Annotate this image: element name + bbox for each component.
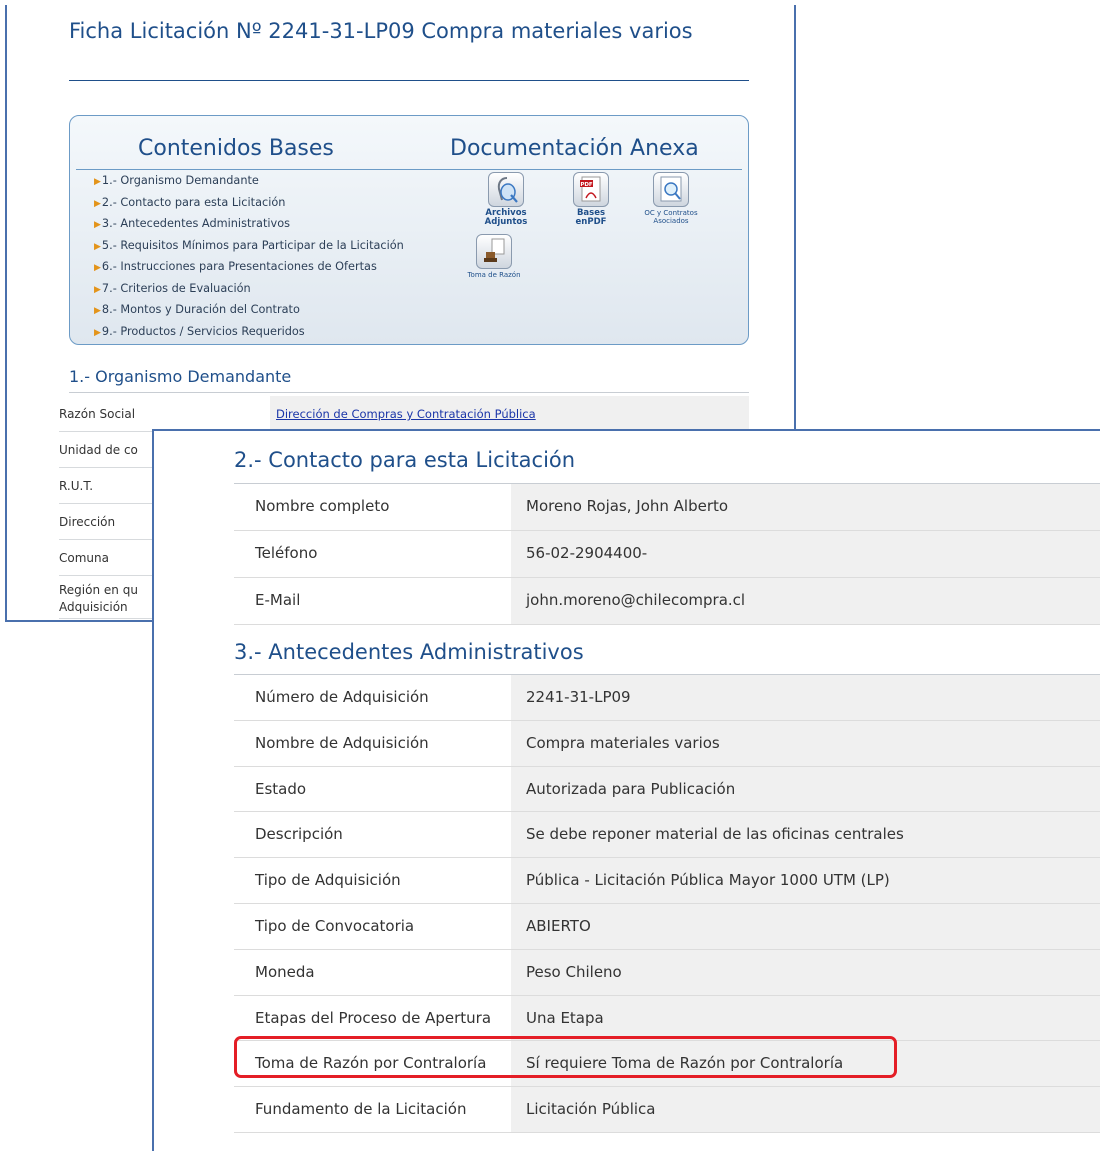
table-row: Moneda Peso Chileno	[234, 949, 1100, 996]
contents-heading: Contenidos Bases	[138, 136, 334, 161]
arrow-right-icon: ▶	[94, 198, 101, 209]
table-row: Tipo de Adquisición Pública - Licitación…	[234, 858, 1100, 904]
oc-contratos-button[interactable]: OC y Contratos Asociados	[641, 172, 701, 225]
row-label: Tipo de Adquisición	[255, 871, 401, 890]
table-row: Tipo de Convocatoria ABIERTO	[234, 903, 1100, 950]
table-row: Fundamento de la Licitación Licitación P…	[234, 1087, 1100, 1133]
table-row: Número de Adquisición 2241-31-LP09	[234, 675, 1100, 721]
row-label: R.U.T.	[59, 479, 94, 493]
toma-de-razon-button[interactable]: Toma de Razón	[464, 234, 524, 279]
arrow-right-icon: ▶	[94, 220, 101, 230]
table-row: E-Mail john.moreno@chilecompra.cl	[234, 578, 1100, 625]
row-label: Tipo de Convocatoria	[255, 916, 415, 935]
pdf-icon: PDF	[573, 172, 609, 207]
stamp-icon	[476, 234, 512, 269]
row-value: ABIERTO	[511, 903, 1100, 949]
archivos-adjuntos-button[interactable]: Archivos Adjuntos	[476, 172, 536, 227]
table-row: Teléfono 56-02-2904400-	[234, 531, 1100, 578]
row-label: Etapas del Proceso de Apertura	[255, 1008, 492, 1027]
table-row: Nombre de Adquisición Compra materiales …	[234, 720, 1100, 767]
row-label: Fundamento de la Licitación	[255, 1100, 467, 1119]
section-organismo-title: 1.- Organismo Demandante	[69, 367, 292, 386]
row-label: Teléfono	[255, 544, 318, 562]
section-contacto-title: 2.- Contacto para esta Licitación	[234, 448, 576, 472]
row-label: Razón Social	[59, 407, 136, 421]
row-label: Nombre completo	[255, 497, 390, 515]
row-label: Moneda	[255, 962, 315, 981]
arrow-right-icon: ▶	[94, 241, 101, 252]
row-label: Dirección	[59, 515, 116, 529]
menu-item-antecedentes[interactable]: ▶3.- Antecedentes Administrativos	[94, 214, 404, 236]
contents-panel: Contenidos Bases Documentación Anexa ▶1.…	[69, 115, 749, 345]
table-row: Razón Social Dirección de Compras y Cont…	[59, 396, 749, 432]
foreground-window: 2.- Contacto para esta Licitación Nombre…	[152, 429, 1100, 1151]
razon-social-link[interactable]: Dirección de Compras y Contratación Públ…	[276, 407, 536, 421]
menu-item-organismo[interactable]: ▶1.- Organismo Demandante	[94, 171, 404, 193]
contacto-table: Nombre completo Moreno Rojas, John Alber…	[234, 484, 1100, 625]
section-divider	[69, 392, 749, 393]
menu-item-productos[interactable]: ▶9.- Productos / Servicios Requeridos	[94, 322, 404, 344]
arrow-right-icon: ▶	[94, 284, 101, 295]
menu-item-montos[interactable]: ▶8.- Montos y Duración del Contrato	[94, 300, 404, 322]
table-row: Nombre completo Moreno Rojas, John Alber…	[234, 484, 1100, 531]
section-antecedentes-title: 3.- Antecedentes Administrativos	[234, 640, 584, 664]
row-value: Se debe reponer material de las oficinas…	[511, 812, 1100, 858]
contents-menu: ▶1.- Organismo Demandante ▶2.- Contacto …	[94, 171, 404, 343]
row-value: Peso Chileno	[511, 949, 1100, 995]
row-value: 56-02-2904400-	[511, 531, 1100, 577]
row-value: Autorizada para Publicación	[511, 766, 1100, 812]
highlight-box	[234, 1036, 897, 1078]
arrow-right-icon: ▶	[94, 306, 101, 316]
documentation-heading: Documentación Anexa	[450, 136, 699, 161]
row-value: Pública - Licitación Pública Mayor 1000 …	[511, 858, 1100, 903]
table-row: Descripción Se debe reponer material de …	[234, 812, 1100, 859]
title-divider	[69, 80, 749, 81]
menu-item-instrucciones[interactable]: ▶6.- Instrucciones para Presentaciones d…	[94, 257, 404, 279]
menu-item-criterios[interactable]: ▶7.- Criterios de Evaluación	[94, 279, 404, 301]
attachments-icon	[488, 172, 524, 207]
arrow-right-icon: ▶	[94, 263, 101, 273]
row-value: Moreno Rojas, John Alberto	[511, 484, 1100, 530]
row-value: Licitación Pública	[511, 1087, 1100, 1132]
row-label: E-Mail	[255, 591, 301, 609]
row-label: Región en qu Adquisición	[59, 583, 138, 614]
bases-pdf-button[interactable]: PDF Bases enPDF	[561, 172, 621, 227]
row-value: Una Etapa	[511, 995, 1100, 1041]
menu-item-contacto[interactable]: ▶2.- Contacto para esta Licitación	[94, 193, 404, 215]
page-title: Ficha Licitación Nº 2241-31-LP09 Compra …	[69, 19, 693, 43]
row-value: Dirección de Compras y Contratación Públ…	[270, 396, 749, 431]
table-row: Etapas del Proceso de Apertura Una Etapa	[234, 995, 1100, 1042]
row-label: Estado	[255, 779, 307, 798]
row-label: Unidad de co	[59, 443, 138, 457]
table-row: Estado Autorizada para Publicación	[234, 766, 1100, 813]
row-label: Nombre de Adquisición	[255, 733, 429, 752]
row-value: Compra materiales varios	[511, 720, 1100, 766]
row-label: Descripción	[255, 825, 343, 844]
row-value: john.moreno@chilecompra.cl	[511, 578, 1100, 624]
menu-item-requisitos[interactable]: ▶5.- Requisitos Mínimos para Participar …	[94, 236, 404, 258]
magnifier-document-icon	[653, 172, 689, 207]
arrow-right-icon: ▶	[94, 327, 101, 338]
row-label: Número de Adquisición	[255, 688, 429, 706]
arrow-right-icon: ▶	[94, 177, 101, 187]
panel-divider	[76, 169, 742, 170]
row-label: Comuna	[59, 551, 109, 565]
row-value: 2241-31-LP09	[511, 675, 1100, 720]
svg-text:PDF: PDF	[580, 182, 593, 188]
